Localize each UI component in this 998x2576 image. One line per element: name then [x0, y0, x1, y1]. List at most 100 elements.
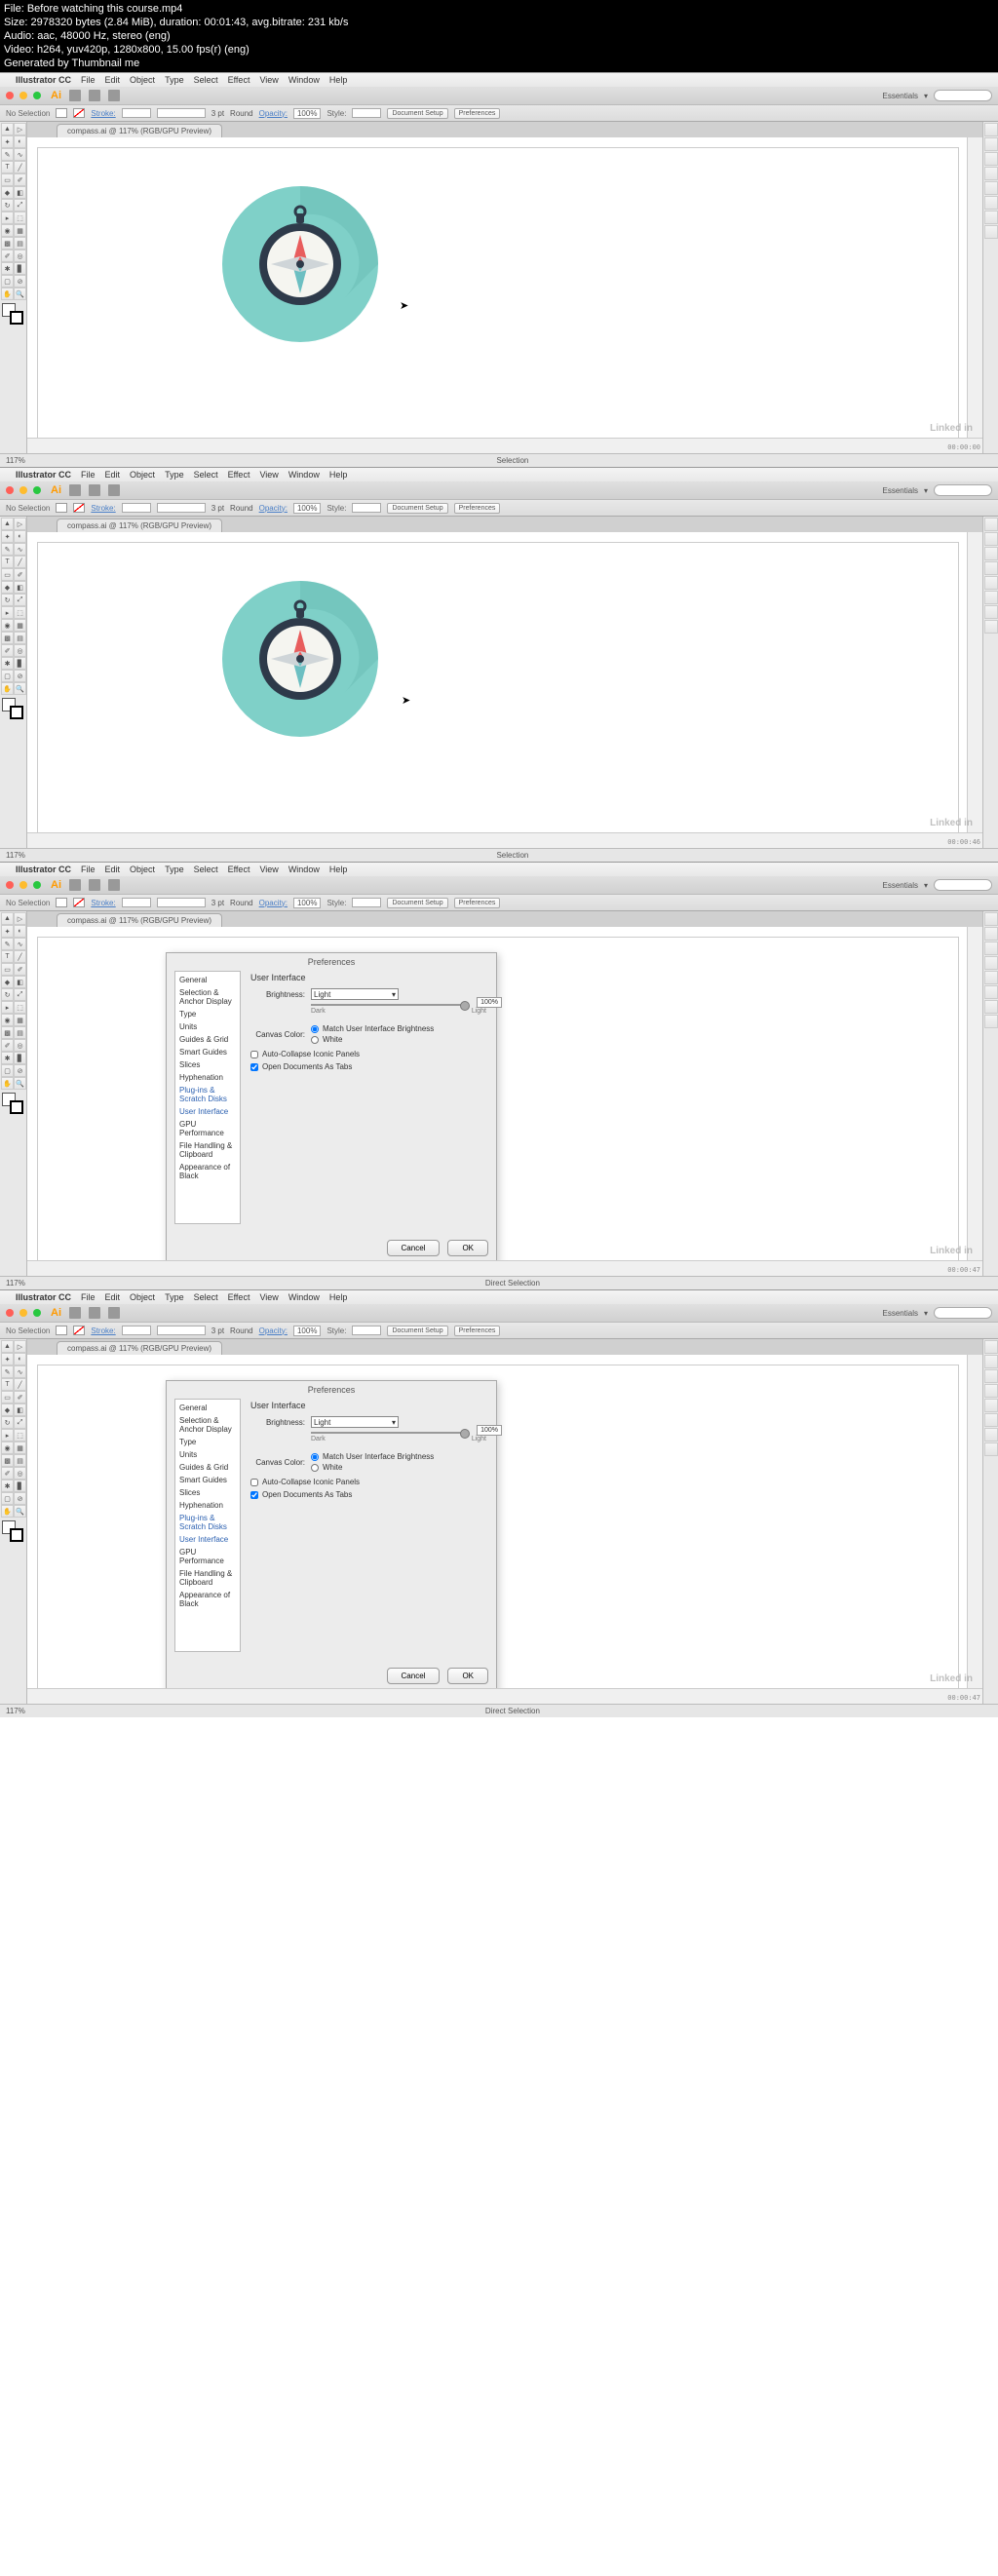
- panel-icon[interactable]: [984, 152, 998, 166]
- horizontal-scrollbar[interactable]: [27, 438, 982, 453]
- brightness-select[interactable]: Light▾: [311, 1416, 399, 1428]
- menu-view[interactable]: View: [259, 75, 278, 85]
- prefs-cat-filehandling[interactable]: File Handling & Clipboard: [175, 1139, 240, 1161]
- selection-tool[interactable]: ▲: [1, 123, 14, 135]
- opacity-link[interactable]: Opacity:: [259, 109, 288, 118]
- style-field[interactable]: [352, 108, 381, 118]
- workspace-switcher[interactable]: Essentials: [883, 92, 918, 100]
- magic-wand-tool[interactable]: ✦: [1, 135, 14, 148]
- document-setup-button[interactable]: Document Setup: [387, 108, 447, 119]
- fill-swatch[interactable]: [56, 108, 67, 118]
- window-minimize-button[interactable]: [19, 486, 27, 494]
- panel-icon[interactable]: [984, 167, 998, 180]
- check-open-tabs[interactable]: [250, 1491, 258, 1499]
- stroke-swatch[interactable]: [73, 108, 85, 118]
- shape-builder-tool[interactable]: ◉: [1, 224, 14, 237]
- prefs-cat-slices[interactable]: Slices: [175, 1058, 240, 1071]
- panel-icon[interactable]: [984, 181, 998, 195]
- ok-button[interactable]: OK: [447, 1240, 488, 1256]
- scale-tool[interactable]: ⤢: [14, 199, 26, 211]
- menu-help[interactable]: Help: [329, 75, 348, 85]
- check-auto-collapse[interactable]: [250, 1051, 258, 1058]
- menu-edit[interactable]: Edit: [105, 75, 121, 85]
- slice-tool[interactable]: ⊘: [14, 275, 26, 288]
- artboard-tool[interactable]: ▢: [1, 275, 14, 288]
- panel-icon[interactable]: [984, 211, 998, 224]
- menu-type[interactable]: Type: [165, 75, 184, 85]
- width-tool[interactable]: ▸: [1, 211, 14, 224]
- window-minimize-button[interactable]: [19, 92, 27, 99]
- cancel-button[interactable]: Cancel: [387, 1668, 441, 1684]
- window-maximize-button[interactable]: [33, 92, 41, 99]
- blend-tool[interactable]: ◎: [14, 250, 26, 262]
- menu-window[interactable]: Window: [288, 75, 320, 85]
- prefs-cat-ui[interactable]: User Interface: [175, 1105, 240, 1118]
- preferences-button[interactable]: Preferences: [454, 108, 501, 119]
- window-close-button[interactable]: [6, 486, 14, 494]
- canvas[interactable]: ➤ Linked in 00:00:00: [27, 137, 982, 453]
- prefs-cat-units[interactable]: Units: [175, 1020, 240, 1033]
- prefs-cat-hyphenation[interactable]: Hyphenation: [175, 1071, 240, 1084]
- mesh-tool[interactable]: ▩: [1, 237, 14, 250]
- stroke-link[interactable]: Stroke:: [91, 109, 115, 118]
- perspective-tool[interactable]: ▦: [14, 224, 26, 237]
- paintbrush-tool[interactable]: ✐: [14, 173, 26, 186]
- window-close-button[interactable]: [6, 92, 14, 99]
- brightness-slider[interactable]: 100%: [311, 1432, 467, 1434]
- prefs-cat-general[interactable]: General: [175, 974, 240, 986]
- menu-select[interactable]: Select: [194, 75, 218, 85]
- vertical-scrollbar[interactable]: [967, 137, 982, 438]
- symbol-sprayer-tool[interactable]: ✱: [1, 262, 14, 275]
- radio-match-brightness[interactable]: [311, 1025, 319, 1033]
- ok-button[interactable]: OK: [447, 1668, 488, 1684]
- menu-effect[interactable]: Effect: [228, 75, 250, 85]
- bridge-icon[interactable]: [69, 90, 81, 101]
- free-transform-tool[interactable]: ⬚: [14, 211, 26, 224]
- fill-stroke-control[interactable]: [0, 301, 26, 327]
- prefs-cat-selection[interactable]: Selection & Anchor Display: [175, 986, 240, 1008]
- shaper-tool[interactable]: ◆: [1, 186, 14, 199]
- radio-match-brightness[interactable]: [311, 1453, 319, 1461]
- zoom-tool[interactable]: 🔍: [14, 288, 26, 300]
- search-input[interactable]: [934, 90, 992, 101]
- prefs-cat-plugins[interactable]: Plug-ins & Scratch Disks: [175, 1084, 240, 1105]
- arrange-icon[interactable]: [108, 90, 120, 101]
- stroke-weight-field[interactable]: [122, 108, 151, 118]
- document-tab[interactable]: compass.ai @ 117% (RGB/GPU Preview): [57, 124, 222, 137]
- lasso-tool[interactable]: ◐: [14, 135, 26, 148]
- search-input[interactable]: [934, 484, 992, 496]
- menu-file[interactable]: File: [81, 75, 96, 85]
- pen-tool[interactable]: ✎: [1, 148, 14, 161]
- panel-icon[interactable]: [984, 123, 998, 136]
- prefs-cat-gpu[interactable]: GPU Performance: [175, 1118, 240, 1139]
- cancel-button[interactable]: Cancel: [387, 1240, 441, 1256]
- line-tool[interactable]: ╱: [14, 161, 26, 173]
- type-tool[interactable]: T: [1, 161, 14, 173]
- rectangle-tool[interactable]: ▭: [1, 173, 14, 186]
- opacity-value[interactable]: 100%: [293, 108, 321, 119]
- radio-white[interactable]: [311, 1036, 319, 1044]
- eraser-tool[interactable]: ◧: [14, 186, 26, 199]
- hand-tool[interactable]: ✋: [1, 288, 14, 300]
- window-maximize-button[interactable]: [33, 486, 41, 494]
- stock-icon[interactable]: [89, 90, 100, 101]
- curvature-tool[interactable]: ∿: [14, 148, 26, 161]
- prefs-cat-smartguides[interactable]: Smart Guides: [175, 1046, 240, 1058]
- graph-tool[interactable]: ▊: [14, 262, 26, 275]
- prefs-cat-black[interactable]: Appearance of Black: [175, 1161, 240, 1182]
- radio-white[interactable]: [311, 1464, 319, 1472]
- brush-field[interactable]: [157, 108, 206, 118]
- brightness-select[interactable]: Light▾: [311, 988, 399, 1000]
- panel-icon[interactable]: [984, 137, 998, 151]
- rotate-tool[interactable]: ↻: [1, 199, 14, 211]
- check-open-tabs[interactable]: [250, 1063, 258, 1071]
- direct-selection-tool[interactable]: ▷: [14, 123, 26, 135]
- panel-icon[interactable]: [984, 225, 998, 239]
- gradient-tool[interactable]: ▤: [14, 237, 26, 250]
- menu-object[interactable]: Object: [130, 75, 155, 85]
- eyedropper-tool[interactable]: ✐: [1, 250, 14, 262]
- panel-icon[interactable]: [984, 196, 998, 210]
- brightness-slider[interactable]: 100%: [311, 1004, 467, 1006]
- prefs-cat-type[interactable]: Type: [175, 1008, 240, 1020]
- zoom-value[interactable]: 117%: [6, 456, 25, 465]
